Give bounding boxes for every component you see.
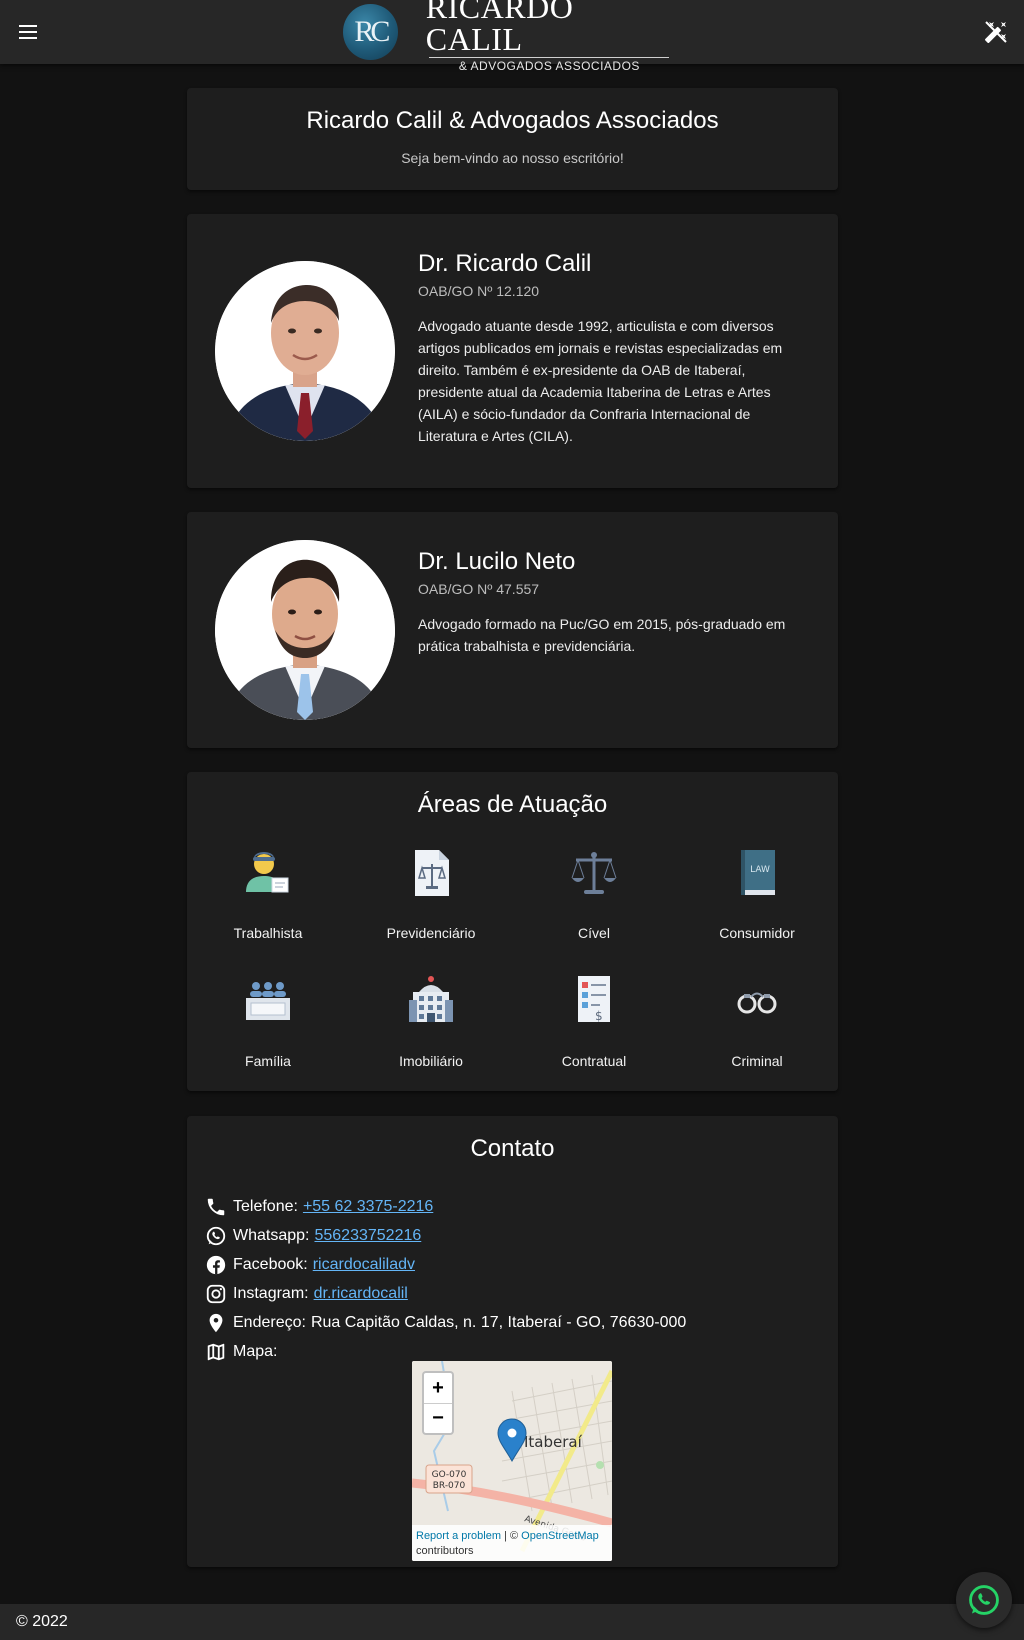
address-label: Endereço:	[233, 1313, 306, 1331]
road-shield-go070: GO-070	[432, 1470, 467, 1480]
practice-areas-card: Áreas de Atuação Trabalhista Previdenciá…	[187, 772, 838, 1091]
lawyer-oab: OAB/GO Nº 47.557	[418, 581, 540, 597]
logo-subtitle: & ADVOGADOS ASSOCIADOS	[458, 59, 640, 73]
logo-divider	[429, 57, 670, 58]
lawyer-info: Dr. Lucilo Neto OAB/GO Nº 47.557 Advogad…	[418, 547, 808, 657]
lawyer-info: Dr. Ricardo Calil OAB/GO Nº 12.120 Advog…	[418, 249, 808, 447]
lawyer-photo	[215, 540, 395, 720]
svg-text:$: $	[595, 1009, 603, 1023]
whatsapp-fab-button[interactable]	[956, 1572, 1012, 1628]
area-civel[interactable]: Cível	[513, 846, 675, 941]
area-label: Contratual	[561, 1053, 627, 1069]
contact-facebook: Facebook: ricardocaliladv	[205, 1250, 686, 1279]
facebook-icon	[206, 1255, 226, 1274]
map-attribution: Report a problem | © OpenStreetMap contr…	[412, 1525, 612, 1561]
map-icon	[207, 1343, 225, 1360]
whatsapp-link[interactable]: 556233752216	[314, 1227, 421, 1245]
section-title: Áreas de Atuação	[417, 791, 608, 818]
phone-label: Telefone:	[233, 1197, 298, 1215]
lawyer-bio: Advogado formado na Puc/GO em 2015, pós-…	[418, 616, 786, 654]
building-icon	[409, 976, 453, 1022]
zoom-in-button[interactable]: +	[424, 1373, 452, 1403]
welcome-subtitle: Seja bem-vindo ao nosso escritório!	[401, 150, 624, 166]
contact-card: Contato Telefone: +55 62 3375-2216 Whats…	[187, 1116, 838, 1567]
attribution-contributors: contributors	[416, 1545, 474, 1557]
phone-icon	[207, 1198, 225, 1215]
location-pin-icon	[209, 1313, 223, 1332]
document-scale-icon	[415, 850, 449, 896]
logo-title: RICARDO CALIL	[425, 0, 574, 57]
menu-icon[interactable]	[16, 20, 40, 44]
openstreetmap-link[interactable]: OpenStreetMap	[521, 1530, 599, 1542]
facebook-label: Facebook:	[233, 1255, 308, 1273]
contact-whatsapp: Whatsapp: 556233752216	[205, 1221, 686, 1250]
area-criminal[interactable]: Criminal	[676, 974, 838, 1069]
area-trabalhista[interactable]: Trabalhista	[187, 846, 349, 941]
area-familia[interactable]: Família	[187, 974, 349, 1069]
area-label: Consumidor	[719, 925, 795, 941]
law-book-icon: LAW	[741, 850, 775, 895]
whatsapp-icon	[969, 1585, 999, 1615]
zoom-out-button[interactable]: −	[424, 1403, 452, 1433]
lawyer-card-ricardo: Dr. Ricardo Calil OAB/GO Nº 12.120 Advog…	[187, 214, 838, 488]
section-title: Contato	[470, 1135, 555, 1162]
theme-toggle-icon[interactable]	[984, 20, 1008, 44]
map-widget[interactable]: Itaberaí Avenida Goiás GO-070 BR-070 + −…	[412, 1361, 612, 1561]
svg-text:LAW: LAW	[750, 865, 770, 875]
area-consumidor[interactable]: LAW Consumidor	[676, 846, 838, 941]
attribution-separator: | ©	[501, 1530, 522, 1542]
handcuffs-icon	[737, 992, 777, 1014]
map-zoom-control: + −	[422, 1371, 454, 1435]
whatsapp-label: Whatsapp:	[233, 1226, 310, 1244]
area-label: Previdenciário	[386, 925, 476, 941]
map-city-label: Itaberaí	[524, 1433, 583, 1451]
instagram-icon	[206, 1284, 226, 1303]
contact-address: Endereço: Rua Capitão Caldas, n. 17, Ita…	[205, 1308, 686, 1337]
lawyer-name: Dr. Ricardo Calil	[418, 250, 592, 277]
area-label: Criminal	[731, 1053, 783, 1069]
facebook-link[interactable]: ricardocaliladv	[313, 1256, 415, 1274]
contact-instagram: Instagram: dr.ricardocalil	[205, 1279, 686, 1308]
area-label: Família	[245, 1053, 291, 1069]
report-problem-link[interactable]: Report a problem	[416, 1530, 501, 1542]
address-value: Rua Capitão Caldas, n. 17, Itaberaí - GO…	[310, 1313, 687, 1331]
page-title: Ricardo Calil & Advogados Associados	[306, 107, 719, 134]
contact-list: Telefone: +55 62 3375-2216 Whatsapp: 556…	[205, 1192, 686, 1366]
map-label: Mapa:	[233, 1342, 278, 1360]
lawyer-bio: Advogado atuante desde 1992, articulista…	[418, 318, 783, 444]
portrait-lucilo	[215, 540, 395, 720]
family-icon	[246, 982, 290, 1020]
whatsapp-icon	[206, 1226, 226, 1245]
lawyer-card-lucilo: Dr. Lucilo Neto OAB/GO Nº 47.557 Advogad…	[187, 512, 838, 748]
contract-icon: $	[578, 976, 610, 1023]
portrait-ricardo	[215, 261, 395, 441]
area-imobiliario[interactable]: Imobiliário	[350, 974, 512, 1069]
phone-link[interactable]: +55 62 3375-2216	[303, 1198, 433, 1216]
welcome-card: Ricardo Calil & Advogados Associados Sej…	[187, 88, 838, 190]
instagram-label: Instagram:	[233, 1284, 309, 1302]
area-label: Imobiliário	[399, 1053, 463, 1069]
lawyer-photo	[215, 261, 395, 441]
logo-badge: RC	[343, 4, 398, 60]
instagram-link[interactable]: dr.ricardocalil	[314, 1285, 408, 1303]
area-previdenciario[interactable]: Previdenciário	[350, 846, 512, 941]
scale-icon	[571, 852, 617, 894]
area-contratual[interactable]: $ Contratual	[513, 974, 675, 1069]
lawyer-name: Dr. Lucilo Neto	[418, 548, 576, 575]
footer: © 2022	[0, 1604, 1024, 1640]
logo[interactable]: RC RICARDO CALIL & ADVOGADOS ASSOCIADOS	[343, 0, 673, 73]
contact-phone: Telefone: +55 62 3375-2216	[205, 1192, 686, 1221]
copyright-text: © 2022	[16, 1613, 68, 1630]
worker-icon	[246, 852, 289, 893]
app-bar: RC RICARDO CALIL & ADVOGADOS ASSOCIADOS	[0, 0, 1024, 73]
road-shield-br070: BR-070	[433, 1481, 466, 1491]
area-label: Trabalhista	[233, 925, 303, 941]
lawyer-oab: OAB/GO Nº 12.120	[418, 283, 540, 299]
area-label: Cível	[578, 925, 610, 941]
logo-text: RICARDO CALIL & ADVOGADOS ASSOCIADOS	[426, 0, 673, 73]
